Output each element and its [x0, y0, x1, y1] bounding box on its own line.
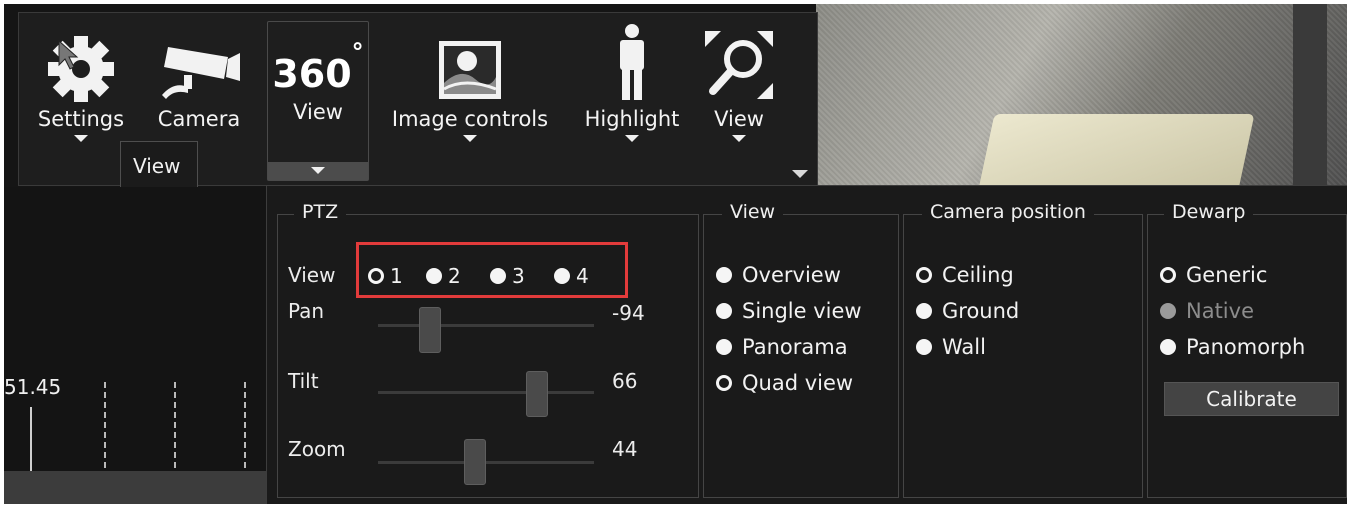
wall-radio[interactable]: Wall [916, 335, 986, 359]
ptz-view-label: View [288, 263, 336, 287]
panomorph-radio[interactable]: Panomorph [1160, 335, 1305, 359]
timeline-value: 51.45 [4, 375, 62, 399]
quad-view-radio[interactable]: Quad view [716, 371, 853, 395]
radio-selected-icon [1160, 267, 1176, 283]
overview-radio[interactable]: Overview [716, 263, 841, 287]
radio-icon [1160, 303, 1176, 319]
radio-icon [916, 339, 932, 355]
zoom-value: 44 [612, 437, 638, 461]
pan-slider[interactable] [378, 324, 594, 327]
highlight-button[interactable]: Highlight [573, 24, 691, 142]
native-radio: Native [1160, 299, 1254, 323]
camera-button[interactable]: Camera [139, 25, 259, 131]
timeline-marker [174, 382, 176, 478]
radio-selected-icon [916, 267, 932, 283]
feed-post [1293, 4, 1327, 187]
radio-icon [716, 303, 732, 319]
ceiling-radio[interactable]: Ceiling [916, 263, 1014, 287]
chevron-down-icon[interactable] [74, 135, 88, 142]
tilt-label: Tilt [288, 369, 319, 393]
timeline-marker [244, 382, 246, 478]
degree-glyph: ° [351, 38, 364, 66]
image-icon [375, 25, 565, 103]
dewarp-group: Dewarp Generic Native Panomorph [1147, 201, 1347, 498]
native-label: Native [1186, 299, 1254, 323]
ptz-title: PTZ [294, 201, 347, 223]
timeline-area: 51.45 [4, 187, 266, 504]
calibrate-button[interactable]: Calibrate [1164, 382, 1339, 416]
zoom-slider-thumb[interactable] [464, 439, 486, 485]
security-camera-icon [139, 25, 259, 103]
panel-expand-icon[interactable] [792, 170, 808, 178]
chevron-down-icon [311, 167, 325, 174]
tilt-value: 66 [612, 369, 638, 393]
panorama-label: Panorama [742, 335, 848, 359]
chevron-down-icon [732, 135, 746, 142]
single-view-radio[interactable]: Single view [716, 299, 862, 323]
gear-icon [31, 25, 131, 103]
pan-slider-thumb[interactable] [419, 307, 441, 353]
chevron-down-icon [463, 135, 477, 142]
ground-label: Ground [942, 299, 1020, 323]
timeline-scrollbar[interactable] [4, 471, 266, 504]
pan-value: -94 [612, 301, 645, 325]
ceiling-label: Ceiling [942, 263, 1014, 287]
highlight-box [356, 242, 628, 298]
camera-feed [816, 4, 1347, 194]
radio-selected-icon [716, 375, 732, 391]
image-controls-label: Image controls [391, 107, 549, 131]
app-window: Settings Camera 360 ° View Image control… [4, 4, 1347, 504]
radio-icon [716, 267, 732, 283]
settings-button[interactable]: Settings [31, 25, 131, 142]
camera-position-title: Camera position [922, 201, 1094, 223]
person-icon [573, 24, 691, 103]
image-controls-button[interactable]: Image controls [375, 25, 565, 142]
view-tooltip: View [120, 141, 198, 193]
dewarp-title: Dewarp [1164, 201, 1254, 223]
chevron-down-icon [625, 135, 639, 142]
zoom-view-button[interactable]: View [699, 25, 779, 142]
radio-icon [916, 303, 932, 319]
zoom-slider[interactable] [378, 461, 594, 464]
view-360-button[interactable]: 360 ° View [267, 21, 369, 181]
view-360-label: View [293, 100, 343, 124]
radio-icon [1160, 339, 1176, 355]
view-360-glyph: 360 [272, 52, 352, 96]
camera-position-group: Camera position Ceiling Ground Wall [903, 201, 1143, 498]
panomorph-label: Panomorph [1186, 335, 1306, 359]
view-360-panel: PTZ View 1 2 3 4 Pan -94 Tilt 66 Zoom 44… [266, 185, 1347, 504]
view-360-dropdown[interactable] [268, 162, 368, 180]
highlight-label: Highlight [584, 107, 680, 131]
wall-label: Wall [942, 335, 986, 359]
generic-label: Generic [1186, 263, 1268, 287]
panorama-radio[interactable]: Panorama [716, 335, 848, 359]
tilt-slider-thumb[interactable] [526, 371, 548, 417]
radio-icon [716, 339, 732, 355]
generic-radio[interactable]: Generic [1160, 263, 1267, 287]
settings-label: Settings [37, 107, 125, 131]
tilt-slider[interactable] [378, 391, 594, 394]
zoom-fit-icon [699, 25, 779, 103]
zoom-label: Zoom [288, 437, 346, 461]
overview-label: Overview [742, 263, 841, 287]
view-mode-title: View [722, 201, 784, 223]
timeline-marker [104, 382, 106, 478]
zoom-view-label: View [714, 107, 764, 131]
360-view-icon: 360 ° [268, 22, 368, 96]
tooltip-text: View [133, 154, 181, 178]
feed-chair [977, 114, 1255, 194]
view-mode-group: View Overview Single view Panorama Quad … [703, 201, 899, 498]
quad-view-label: Quad view [742, 371, 854, 395]
ground-radio[interactable]: Ground [916, 299, 1019, 323]
pan-label: Pan [288, 299, 325, 323]
single-view-label: Single view [742, 299, 862, 323]
camera-label: Camera [157, 107, 241, 131]
